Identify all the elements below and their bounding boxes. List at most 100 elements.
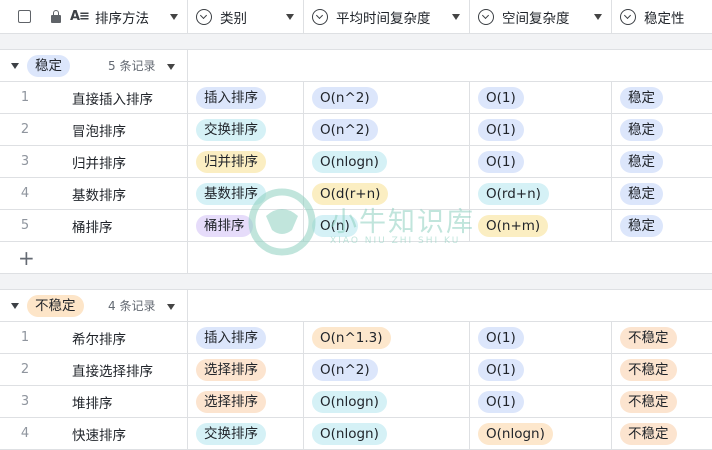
header-cell-method[interactable]: A≡ 排序方法 — [0, 0, 188, 34]
row-cell-category[interactable]: 插入排序 — [188, 82, 304, 114]
row-number: 4 — [20, 186, 30, 201]
chevron-down-icon[interactable] — [286, 14, 294, 20]
row-cell-stability[interactable]: 稳定 — [612, 178, 712, 210]
add-row[interactable]: + — [0, 242, 712, 274]
row-cell-time[interactable]: O(n^1.3) — [304, 322, 470, 354]
group-header-unstable[interactable]: 不稳定 4 条记录 — [0, 290, 712, 322]
plus-icon[interactable]: + — [18, 246, 35, 270]
row-cell-category[interactable]: 选择排序 — [188, 354, 304, 386]
group-count: 5 条记录 — [108, 59, 156, 73]
row-number: 4 — [20, 426, 30, 441]
row-cell-space[interactable]: O(1) — [470, 354, 612, 386]
row-cell-space[interactable]: O(1) — [470, 114, 612, 146]
header-cell-stability[interactable]: 稳定性 — [612, 0, 712, 34]
row-cell-space[interactable]: O(rd+n) — [470, 178, 612, 210]
group-header-fill — [188, 290, 712, 322]
row-cell-category[interactable]: 交换排序 — [188, 418, 304, 450]
chevron-down-icon[interactable] — [167, 64, 175, 70]
row-cell-method[interactable]: 4 快速排序 — [0, 418, 188, 450]
header-cell-space[interactable]: 空间复杂度 — [470, 0, 612, 34]
row-cell-method[interactable]: 1 直接插入排序 — [0, 82, 188, 114]
space-tag: O(1) — [478, 358, 524, 381]
row-cell-category[interactable]: 插入排序 — [188, 322, 304, 354]
space-tag: O(rd+n) — [478, 182, 549, 205]
row-cell-stability[interactable]: 稳定 — [612, 82, 712, 114]
row-cell-space[interactable]: O(nlogn) — [470, 418, 612, 450]
row-name: 快速排序 — [72, 427, 126, 444]
row-name: 堆排序 — [72, 395, 113, 412]
row-cell-time[interactable]: O(d(r+n) — [304, 178, 470, 210]
chevron-down-icon[interactable] — [167, 304, 175, 310]
group-header-cell: 不稳定 4 条记录 — [0, 290, 188, 322]
time-tag: O(n) — [312, 214, 358, 237]
row-name: 希尔排序 — [72, 331, 126, 348]
collapse-triangle-icon[interactable] — [11, 302, 19, 309]
row-cell-stability[interactable]: 不稳定 — [612, 386, 712, 418]
row-cell-space[interactable]: O(1) — [470, 386, 612, 418]
row-cell-category[interactable]: 归并排序 — [188, 146, 304, 178]
row-cell-method[interactable]: 2 冒泡排序 — [0, 114, 188, 146]
stability-tag: 稳定 — [620, 150, 663, 173]
table-row[interactable]: 1 希尔排序 插入排序 O(n^1.3) O(1) 不稳定 — [0, 322, 712, 354]
row-cell-method[interactable]: 1 希尔排序 — [0, 322, 188, 354]
row-cell-category[interactable]: 基数排序 — [188, 178, 304, 210]
table-row[interactable]: 3 归并排序 归并排序 O(nlogn) O(1) 稳定 — [0, 146, 712, 178]
header-cell-category[interactable]: 类别 — [188, 0, 304, 34]
row-cell-method[interactable]: 2 直接选择排序 — [0, 354, 188, 386]
space-tag: O(1) — [478, 86, 524, 109]
collapse-triangle-icon[interactable] — [11, 62, 19, 69]
time-tag: O(n^2) — [312, 118, 378, 141]
group-spacer — [0, 274, 712, 290]
header-cell-time[interactable]: 平均时间复杂度 — [304, 0, 470, 34]
row-cell-time[interactable]: O(n^2) — [304, 114, 470, 146]
add-row-cell[interactable]: + — [0, 242, 188, 274]
chevron-down-icon[interactable] — [594, 14, 602, 20]
row-cell-time[interactable]: O(nlogn) — [304, 386, 470, 418]
table-row[interactable]: 3 堆排序 选择排序 O(nlogn) O(1) 不稳定 — [0, 386, 712, 418]
category-tag: 基数排序 — [196, 182, 266, 205]
row-cell-category[interactable]: 桶排序 — [188, 210, 304, 242]
row-cell-method[interactable]: 3 归并排序 — [0, 146, 188, 178]
select-all-checkbox[interactable] — [18, 10, 31, 23]
header-label-time: 平均时间复杂度 — [336, 10, 431, 27]
row-cell-stability[interactable]: 不稳定 — [612, 418, 712, 450]
row-cell-method[interactable]: 3 堆排序 — [0, 386, 188, 418]
chevron-down-icon[interactable] — [452, 14, 460, 20]
row-cell-stability[interactable]: 不稳定 — [612, 322, 712, 354]
row-cell-space[interactable]: O(n+m) — [470, 210, 612, 242]
time-tag: O(n^2) — [312, 86, 378, 109]
stability-tag: 稳定 — [620, 214, 663, 237]
stability-tag: 稳定 — [620, 182, 663, 205]
time-tag: O(nlogn) — [312, 422, 387, 445]
row-cell-time[interactable]: O(n^2) — [304, 82, 470, 114]
row-cell-stability[interactable]: 稳定 — [612, 146, 712, 178]
row-cell-category[interactable]: 交换排序 — [188, 114, 304, 146]
row-cell-method[interactable]: 5 桶排序 — [0, 210, 188, 242]
category-tag: 选择排序 — [196, 390, 266, 413]
table-row[interactable]: 2 冒泡排序 交换排序 O(n^2) O(1) 稳定 — [0, 114, 712, 146]
header-label-space: 空间复杂度 — [502, 10, 570, 27]
space-tag: O(1) — [478, 326, 524, 349]
row-cell-time[interactable]: O(nlogn) — [304, 418, 470, 450]
row-cell-time[interactable]: O(n^2) — [304, 354, 470, 386]
row-cell-stability[interactable]: 不稳定 — [612, 354, 712, 386]
row-cell-space[interactable]: O(1) — [470, 322, 612, 354]
row-cell-category[interactable]: 选择排序 — [188, 386, 304, 418]
table-row[interactable]: 1 直接插入排序 插入排序 O(n^2) O(1) 稳定 — [0, 82, 712, 114]
row-cell-time[interactable]: O(nlogn) — [304, 146, 470, 178]
chevron-down-icon[interactable] — [170, 14, 178, 20]
table-row[interactable]: 4 快速排序 交换排序 O(nlogn) O(nlogn) 不稳定 — [0, 418, 712, 450]
add-row-fill — [188, 242, 712, 274]
table-row[interactable]: 2 直接选择排序 选择排序 O(n^2) O(1) 不稳定 — [0, 354, 712, 386]
stability-tag: 不稳定 — [620, 422, 677, 445]
row-cell-stability[interactable]: 稳定 — [612, 114, 712, 146]
row-cell-method[interactable]: 4 基数排序 — [0, 178, 188, 210]
row-name: 直接插入排序 — [72, 91, 153, 108]
row-cell-space[interactable]: O(1) — [470, 146, 612, 178]
table-row[interactable]: 4 基数排序 基数排序 O(d(r+n) O(rd+n) 稳定 — [0, 178, 712, 210]
table-row[interactable]: 5 桶排序 桶排序 O(n) O(n+m) 稳定 — [0, 210, 712, 242]
row-cell-space[interactable]: O(1) — [470, 82, 612, 114]
group-header-stable[interactable]: 稳定 5 条记录 — [0, 50, 712, 82]
row-cell-stability[interactable]: 稳定 — [612, 210, 712, 242]
row-cell-time[interactable]: O(n) — [304, 210, 470, 242]
